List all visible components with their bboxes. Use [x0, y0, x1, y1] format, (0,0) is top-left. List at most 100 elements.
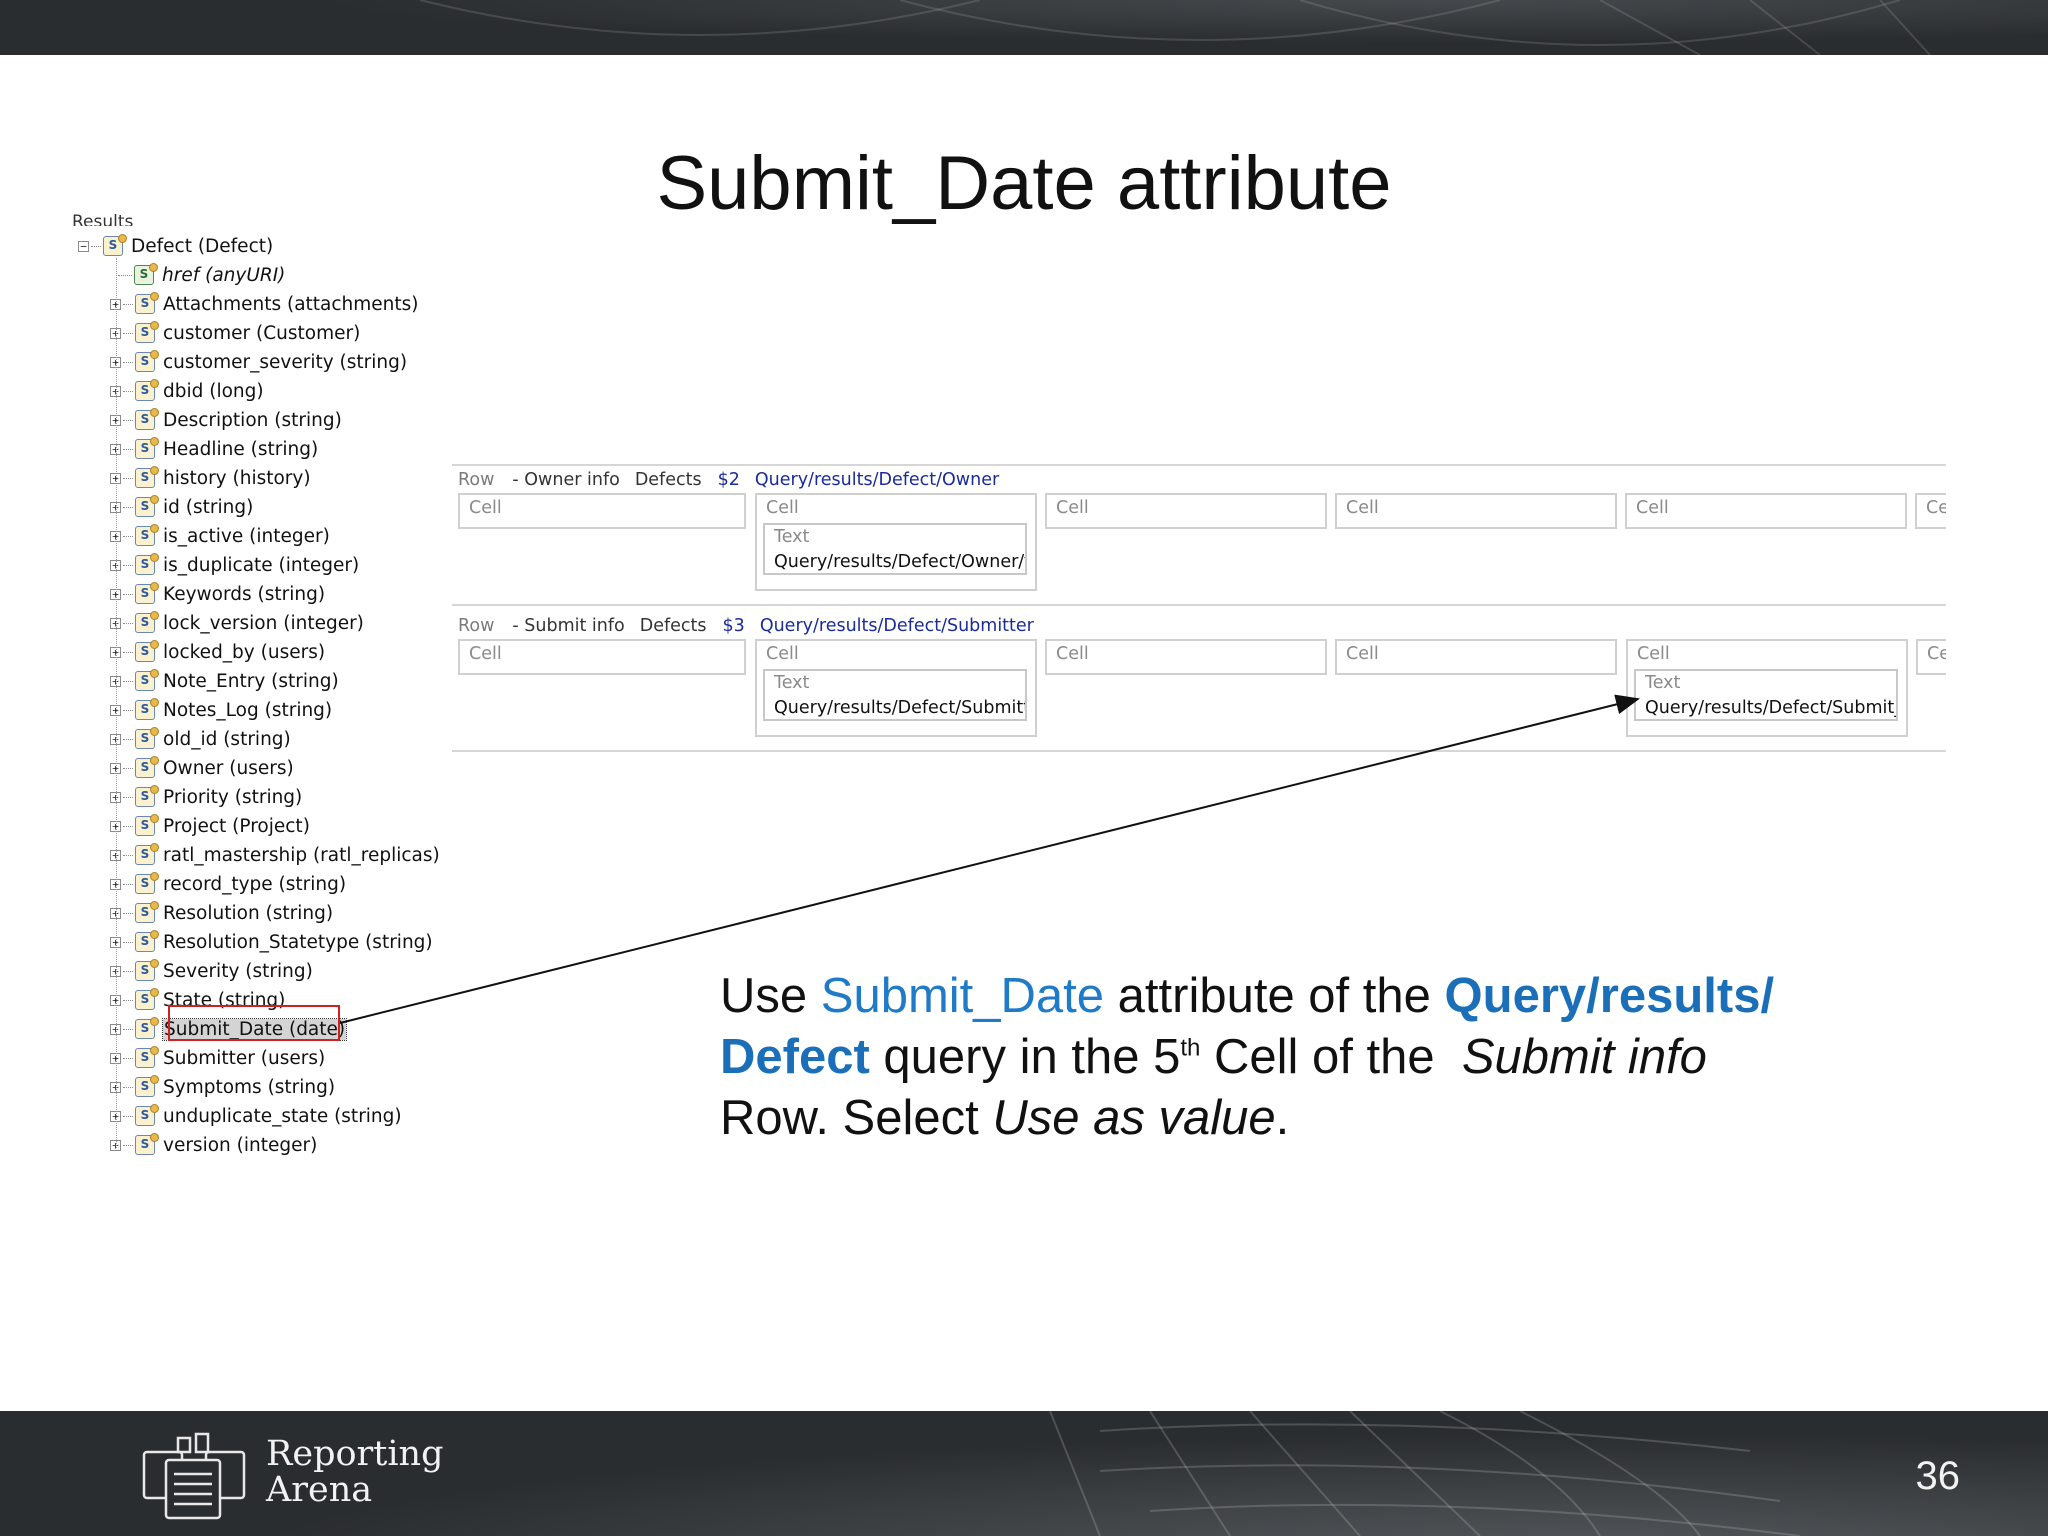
- tree-item-label: is_active (integer): [163, 525, 330, 547]
- pointer-arrow: [339, 694, 1640, 1024]
- element-icon: S: [135, 901, 159, 923]
- instruction-part: Row. Select: [720, 1091, 993, 1145]
- text-label: Text: [1645, 673, 1681, 693]
- row2-cell-4[interactable]: Cell: [1335, 639, 1617, 675]
- row-header-owner-info[interactable]: Row - Owner info Defects $2 Query/result…: [458, 468, 999, 492]
- tree-item[interactable]: + Slocked_by (users): [110, 638, 325, 666]
- tree-item-label: locked_by (users): [163, 641, 326, 663]
- tree-item[interactable]: + S Note_Entry (string): [110, 667, 339, 695]
- row1-cell-3[interactable]: Cell: [1045, 493, 1327, 529]
- element-icon: S: [135, 437, 159, 459]
- tree-item-label: href (anyURI): [162, 264, 286, 286]
- row2-cell-6[interactable]: Ce: [1916, 639, 1946, 675]
- instruction-row-name: Submit info: [1461, 1030, 1707, 1084]
- tree-item[interactable]: + Sdbid (long): [110, 377, 264, 405]
- tree-item[interactable]: + Sis_active (integer): [110, 522, 330, 550]
- tree-clipped-label: Results: [72, 212, 134, 226]
- element-icon: S: [135, 350, 159, 372]
- row-name: - Submit info: [512, 616, 625, 636]
- row-header-submit-info[interactable]: Row - Submit info Defects $3 Query/resul…: [458, 614, 1034, 638]
- tree-item[interactable]: + S Headline (string): [110, 435, 318, 463]
- collapse-icon[interactable]: −: [78, 240, 89, 252]
- element-icon: S: [135, 321, 159, 343]
- tree-root-defect[interactable]: − S Defect (Defect): [78, 232, 273, 260]
- row1-cell-6[interactable]: Ce: [1915, 493, 1946, 529]
- element-icon: S: [135, 814, 159, 836]
- tree-item[interactable]: + Sid (string): [110, 493, 253, 521]
- tree-item-label: Keywords (string): [163, 583, 326, 605]
- cell-label: Cell: [1637, 644, 1670, 664]
- cell-label: Cell: [1636, 498, 1669, 518]
- tree-item[interactable]: + S Severity (string): [110, 957, 313, 985]
- row1-cell-4[interactable]: Cell: [1335, 493, 1617, 529]
- tree-item[interactable]: + Sversion (integer): [110, 1131, 317, 1159]
- element-icon: S: [135, 1017, 159, 1039]
- element-icon: S: [135, 785, 159, 807]
- tree-item-href[interactable]: Shref (anyURI): [118, 261, 285, 289]
- tree-item[interactable]: + S Symptoms (string): [110, 1073, 335, 1101]
- tree-item-label: Resolution (string): [163, 902, 334, 924]
- top-banner: [0, 0, 2048, 55]
- tree-item[interactable]: + S Resolution (string): [110, 899, 333, 927]
- cell-label: Cell: [1346, 644, 1379, 664]
- row2-cell-1[interactable]: Cell: [458, 639, 746, 675]
- tree-item[interactable]: + Sold_id (string): [110, 725, 291, 753]
- instruction-part: Cell of the: [1200, 1030, 1462, 1084]
- cell-label: Cell: [469, 498, 502, 518]
- tree-item[interactable]: + Slock_version (integer): [110, 609, 364, 637]
- tree-item-label: customer_severity (string): [163, 351, 408, 373]
- tree-item-label: Attachments (attachments): [163, 293, 419, 315]
- element-icon: S: [135, 524, 159, 546]
- row1-cell-2[interactable]: Cell Text Query/results/Defect/Owner/fu: [755, 493, 1037, 591]
- text-label: Text: [774, 673, 810, 693]
- element-icon: S: [135, 553, 159, 575]
- row-variable: $2: [717, 470, 740, 490]
- tree-item[interactable]: + Sratl_mastership (ratl_replicas): [110, 841, 440, 869]
- tree-item[interactable]: + Scustomer_severity (string): [110, 348, 407, 376]
- tree-item[interactable]: + S Keywords (string): [110, 580, 325, 608]
- cell-label: Cell: [469, 644, 502, 664]
- tree-item-label: old_id (string): [163, 728, 291, 750]
- row-separator: [452, 604, 1946, 606]
- row1-cell-1[interactable]: Cell: [458, 493, 746, 529]
- slide-title: Submit_Date attribute: [656, 141, 1392, 226]
- tree-item[interactable]: + Scustomer (Customer): [110, 319, 360, 347]
- text-element[interactable]: Text Query/results/Defect/Submitter: [763, 669, 1027, 721]
- element-icon: S: [135, 669, 159, 691]
- tree-item[interactable]: + S Resolution_Statetype (string): [110, 928, 433, 956]
- row-word: Row: [458, 470, 495, 490]
- tree-item[interactable]: + S Attachments (attachments): [110, 290, 419, 318]
- instruction-query: Defect: [720, 1030, 870, 1084]
- row-query: Query/results/Defect/Submitter: [759, 616, 1034, 636]
- row2-cell-2[interactable]: Cell Text Query/results/Defect/Submitter: [755, 639, 1037, 737]
- tree-item-label: Submitter (users): [163, 1047, 326, 1069]
- tree-item-label: is_duplicate (integer): [163, 554, 360, 576]
- text-element[interactable]: Text Query/results/Defect/Owner/fu: [763, 523, 1027, 575]
- text-element[interactable]: Text Query/results/Defect/Submit_D: [1634, 669, 1898, 721]
- instruction-ordinal: th: [1180, 1034, 1201, 1062]
- tree-item[interactable]: + Sis_duplicate (integer): [110, 551, 359, 579]
- tree-item[interactable]: + S Description (string): [110, 406, 342, 434]
- tree-item[interactable]: + S Owner (users): [110, 754, 294, 782]
- tree-item[interactable]: + S Submitter (users): [110, 1044, 325, 1072]
- element-icon: S: [135, 1104, 159, 1126]
- tree-item[interactable]: + S Priority (string): [110, 783, 302, 811]
- row1-cell-5[interactable]: Cell: [1625, 493, 1907, 529]
- tree-item[interactable]: + Shistory (history): [110, 464, 311, 492]
- tree-item[interactable]: + Srecord_type (string): [110, 870, 346, 898]
- element-icon: S: [135, 756, 159, 778]
- element-icon: S: [135, 292, 159, 314]
- tree-guide-line: [116, 258, 117, 1148]
- row2-cell-3[interactable]: Cell: [1045, 639, 1327, 675]
- row-dataset: Defects: [639, 616, 707, 636]
- element-icon: S: [135, 408, 159, 430]
- tree-item-label: Description (string): [163, 409, 342, 431]
- tree-item[interactable]: + S Notes_Log (string): [110, 696, 332, 724]
- tree-item-label: Headline (string): [163, 438, 319, 460]
- tree-item-label: Owner (users): [163, 757, 294, 779]
- tree-root-label: Defect (Defect): [131, 235, 274, 257]
- instruction-part: query in the 5: [869, 1030, 1181, 1084]
- tree-item[interactable]: + Sunduplicate_state (string): [110, 1102, 402, 1130]
- tree-item[interactable]: + S Project (Project): [110, 812, 310, 840]
- row2-cell-5[interactable]: Cell Text Query/results/Defect/Submit_D: [1626, 639, 1908, 737]
